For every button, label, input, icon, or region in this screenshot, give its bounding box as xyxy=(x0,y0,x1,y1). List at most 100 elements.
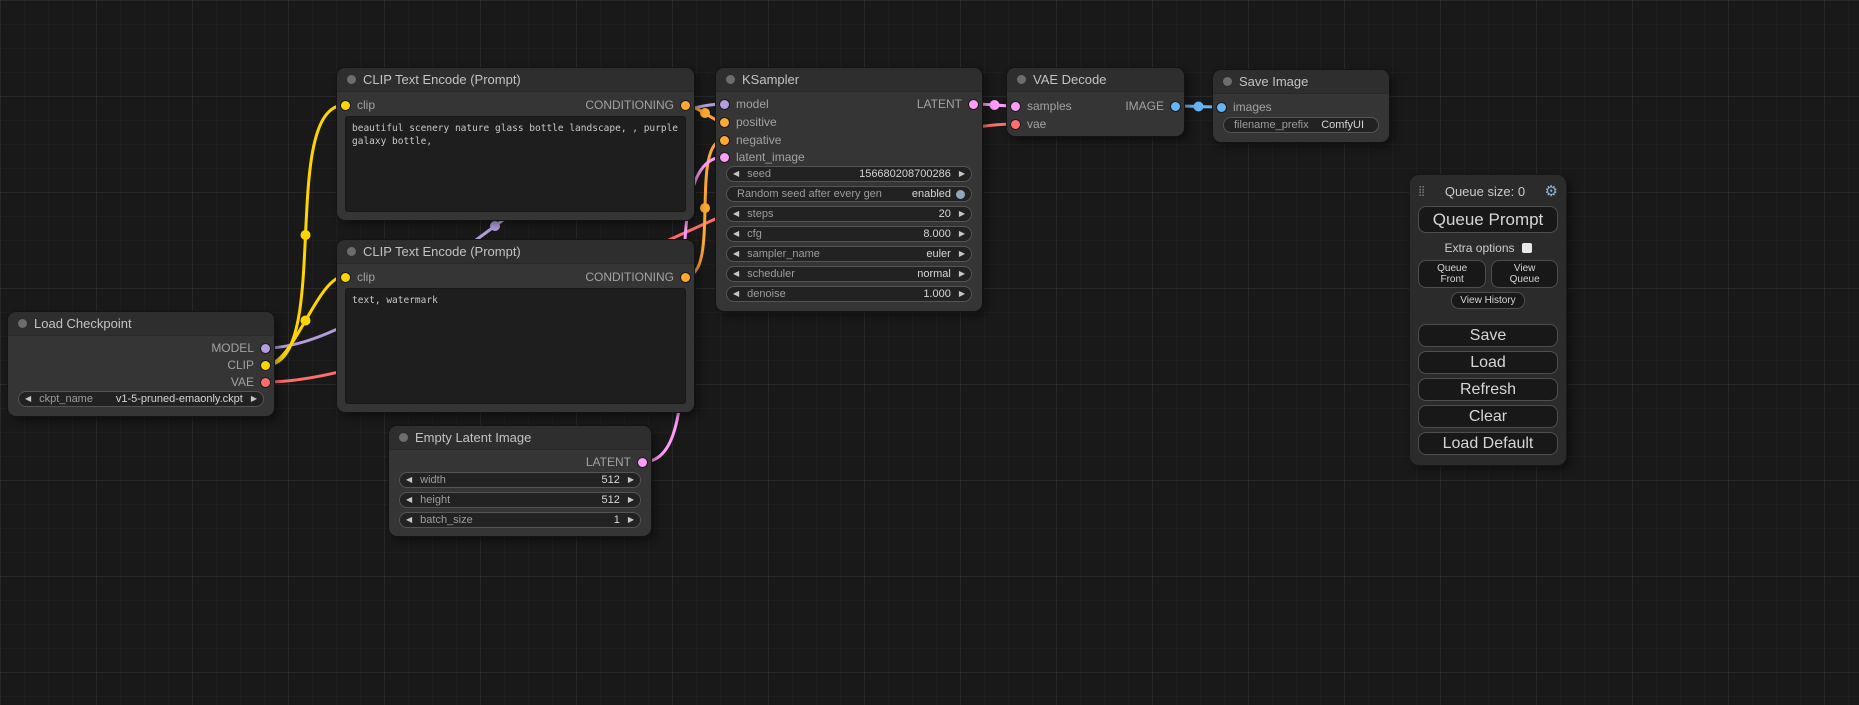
link-midpoint-dot xyxy=(700,108,710,118)
widget-value: 8.000 xyxy=(923,228,951,240)
node-title-bar[interactable]: CLIP Text Encode (Prompt) xyxy=(337,68,694,92)
drag-handle-icon[interactable]: ⣿ xyxy=(1418,186,1425,197)
widget-scheduler[interactable]: ◀ scheduler normal ▶ xyxy=(726,266,972,282)
widget-label: height xyxy=(420,494,450,506)
widget-cfg[interactable]: ◀ cfg 8.000 ▶ xyxy=(726,226,972,242)
output-dot-latent[interactable] xyxy=(638,458,647,467)
view-history-button[interactable]: View History xyxy=(1451,292,1524,309)
widget-seed[interactable]: ◀ seed 156680208700286 ▶ xyxy=(726,166,972,182)
extra-options-checkbox[interactable] xyxy=(1522,243,1532,253)
node-title-bar[interactable]: CLIP Text Encode (Prompt) xyxy=(337,240,694,264)
collapse-dot-icon[interactable] xyxy=(399,433,408,442)
node-title-bar[interactable]: KSampler xyxy=(716,68,982,92)
node-title-bar[interactable]: Empty Latent Image xyxy=(389,426,651,450)
decrement-arrow-icon[interactable]: ◀ xyxy=(733,230,739,238)
widget-value: ComfyUI xyxy=(1321,119,1364,131)
decrement-arrow-icon[interactable]: ◀ xyxy=(406,476,412,484)
node-title-bar[interactable]: Save Image xyxy=(1213,70,1389,94)
output-dot-clip[interactable] xyxy=(261,361,270,370)
collapse-dot-icon[interactable] xyxy=(726,75,735,84)
decrement-arrow-icon[interactable]: ◀ xyxy=(733,210,739,218)
node-title: Empty Latent Image xyxy=(415,430,531,445)
increment-arrow-icon[interactable]: ▶ xyxy=(628,516,634,524)
widget-width[interactable]: ◀ width 512 ▶ xyxy=(399,472,641,488)
increment-arrow-icon[interactable]: ▶ xyxy=(251,395,257,403)
input-dot-clip[interactable] xyxy=(341,101,350,110)
settings-gear-icon[interactable]: ⚙ xyxy=(1545,182,1558,200)
decrement-arrow-icon[interactable]: ◀ xyxy=(406,496,412,504)
decrement-arrow-icon[interactable]: ◀ xyxy=(733,170,739,178)
widget-filename-prefix[interactable]: filename_prefix ComfyUI xyxy=(1223,117,1379,133)
increment-arrow-icon[interactable]: ▶ xyxy=(628,496,634,504)
increment-arrow-icon[interactable]: ▶ xyxy=(959,270,965,278)
collapse-dot-icon[interactable] xyxy=(18,319,27,328)
input-dot-images[interactable] xyxy=(1217,103,1226,112)
increment-arrow-icon[interactable]: ▶ xyxy=(959,210,965,218)
node-title-bar[interactable]: Load Checkpoint xyxy=(8,312,274,336)
output-dot-vae[interactable] xyxy=(261,378,270,387)
load-button[interactable]: Load xyxy=(1418,351,1558,374)
extra-options-label: Extra options xyxy=(1444,241,1514,255)
output-dot-image[interactable] xyxy=(1171,102,1180,111)
negative-prompt-textarea[interactable]: text, watermark xyxy=(345,288,686,404)
queue-front-button[interactable]: Queue Front xyxy=(1418,260,1486,288)
collapse-dot-icon[interactable] xyxy=(1223,77,1232,86)
widget-ckpt-name[interactable]: ◀ ckpt_name v1-5-pruned-emaonly.ckpt ▶ xyxy=(18,391,264,407)
node-load-checkpoint[interactable]: Load Checkpoint MODEL CLIP VAE ◀ ckpt_na… xyxy=(8,312,274,416)
input-dot-samples[interactable] xyxy=(1011,102,1020,111)
widget-label: denoise xyxy=(747,288,786,300)
collapse-dot-icon[interactable] xyxy=(1017,75,1026,84)
refresh-button[interactable]: Refresh xyxy=(1418,378,1558,401)
output-dot-conditioning[interactable] xyxy=(681,273,690,282)
output-dot-latent[interactable] xyxy=(969,100,978,109)
input-dot-vae[interactable] xyxy=(1011,120,1020,129)
widget-sampler-name[interactable]: ◀ sampler_name euler ▶ xyxy=(726,246,972,262)
menu-panel: ⣿ Queue size: 0 ⚙ Queue Prompt Extra opt… xyxy=(1410,175,1566,465)
node-graph-canvas[interactable]: Load Checkpoint MODEL CLIP VAE ◀ ckpt_na… xyxy=(0,0,1859,705)
increment-arrow-icon[interactable]: ▶ xyxy=(959,290,965,298)
decrement-arrow-icon[interactable]: ◀ xyxy=(733,250,739,258)
node-clip-text-encode-negative[interactable]: CLIP Text Encode (Prompt) clip CONDITION… xyxy=(337,240,694,412)
save-button[interactable]: Save xyxy=(1418,324,1558,347)
queue-prompt-button[interactable]: Queue Prompt xyxy=(1418,206,1558,233)
increment-arrow-icon[interactable]: ▶ xyxy=(628,476,634,484)
increment-arrow-icon[interactable]: ▶ xyxy=(959,230,965,238)
decrement-arrow-icon[interactable]: ◀ xyxy=(25,395,31,403)
input-dot-clip[interactable] xyxy=(341,273,350,282)
input-dot-model[interactable] xyxy=(720,100,729,109)
output-label-clip: CLIP xyxy=(227,358,254,372)
view-queue-button[interactable]: View Queue xyxy=(1491,260,1558,288)
positive-prompt-textarea[interactable]: beautiful scenery nature glass bottle la… xyxy=(345,116,686,212)
link-midpoint-dot xyxy=(301,230,311,240)
load-default-button[interactable]: Load Default xyxy=(1418,432,1558,455)
increment-arrow-icon[interactable]: ▶ xyxy=(959,250,965,258)
node-ksampler[interactable]: KSampler model LATENT positive negative xyxy=(716,68,982,311)
decrement-arrow-icon[interactable]: ◀ xyxy=(733,290,739,298)
input-dot-latent-image[interactable] xyxy=(720,153,729,162)
node-empty-latent-image[interactable]: Empty Latent Image LATENT ◀ width 512 ▶ … xyxy=(389,426,651,536)
node-title-bar[interactable]: VAE Decode xyxy=(1007,68,1184,92)
widget-batch-size[interactable]: ◀ batch_size 1 ▶ xyxy=(399,512,641,528)
widget-random-seed-toggle[interactable]: Random seed after every gen enabled xyxy=(726,186,972,202)
node-title: CLIP Text Encode (Prompt) xyxy=(363,72,521,87)
collapse-dot-icon[interactable] xyxy=(347,75,356,84)
increment-arrow-icon[interactable]: ▶ xyxy=(959,170,965,178)
widget-steps[interactable]: ◀ steps 20 ▶ xyxy=(726,206,972,222)
widget-label: seed xyxy=(747,168,771,180)
widget-value: normal xyxy=(917,268,951,280)
decrement-arrow-icon[interactable]: ◀ xyxy=(733,270,739,278)
node-clip-text-encode-positive[interactable]: CLIP Text Encode (Prompt) clip CONDITION… xyxy=(337,68,694,220)
node-save-image[interactable]: Save Image images filename_prefix ComfyU… xyxy=(1213,70,1389,142)
widget-height[interactable]: ◀ height 512 ▶ xyxy=(399,492,641,508)
node-vae-decode[interactable]: VAE Decode samples IMAGE vae xyxy=(1007,68,1184,136)
collapse-dot-icon[interactable] xyxy=(347,247,356,256)
clear-button[interactable]: Clear xyxy=(1418,405,1558,428)
output-dot-model[interactable] xyxy=(261,344,270,353)
widget-denoise[interactable]: ◀ denoise 1.000 ▶ xyxy=(726,286,972,302)
input-dot-negative[interactable] xyxy=(720,136,729,145)
widget-value: enabled xyxy=(912,188,951,200)
decrement-arrow-icon[interactable]: ◀ xyxy=(406,516,412,524)
output-dot-conditioning[interactable] xyxy=(681,101,690,110)
toggle-knob[interactable] xyxy=(956,190,965,199)
input-dot-positive[interactable] xyxy=(720,118,729,127)
